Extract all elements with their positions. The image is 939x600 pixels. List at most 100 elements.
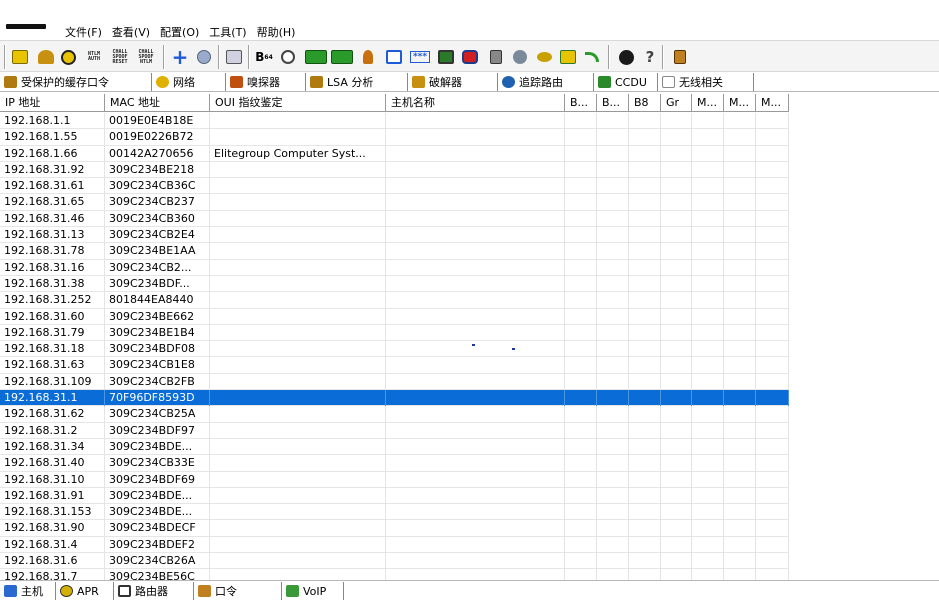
table-row[interactable]: 192.168.31.92 309C234BE218 bbox=[0, 161, 789, 179]
route-icon[interactable] bbox=[278, 47, 298, 67]
table-row[interactable]: 192.168.1.66 00142A270656 Elitegroup Compu… bbox=[0, 145, 789, 162]
tool-b-icon[interactable] bbox=[510, 47, 530, 67]
table-row[interactable]: 192.168.31.65 309C234CB237 bbox=[0, 194, 789, 211]
add-icon[interactable]: + bbox=[170, 45, 190, 69]
ip-cell: 192.168.31.79 bbox=[0, 324, 105, 341]
col-gr[interactable]: Gr bbox=[661, 94, 692, 112]
table-row[interactable]: 192.168.31.63 309C234CB1E8 bbox=[0, 357, 789, 374]
tab-lsa-analysis[interactable]: LSA 分析 bbox=[306, 73, 408, 91]
tab-network[interactable]: 网络 bbox=[152, 73, 226, 91]
apr-radiation-icon[interactable] bbox=[58, 47, 78, 67]
table-row[interactable]: 192.168.1.55 0019E0226B72 bbox=[0, 129, 789, 146]
table-row[interactable]: 192.168.31.1 70F96DF8593D bbox=[0, 390, 789, 407]
scan-icon[interactable] bbox=[224, 47, 244, 67]
chall-spoof-reset-icon[interactable]: CHALL SPOOF RESET bbox=[108, 47, 132, 67]
col-oui-fingerprint[interactable]: OUI 指纹鉴定 bbox=[210, 94, 386, 112]
table-row[interactable]: 192.168.31.60 309C234BE662 bbox=[0, 308, 789, 325]
tab-passwords[interactable]: 口令 bbox=[194, 582, 282, 600]
table-row[interactable]: 192.168.31.90 309C234BDECF bbox=[0, 520, 789, 537]
m3-cell bbox=[756, 471, 789, 488]
tool-a-icon[interactable] bbox=[486, 47, 506, 67]
b8-cell bbox=[629, 113, 661, 129]
cracker-icon[interactable] bbox=[384, 47, 404, 67]
rdp-icon[interactable] bbox=[436, 47, 456, 67]
tab-wireless[interactable]: 无线相关 bbox=[658, 73, 754, 91]
m2-cell bbox=[724, 422, 756, 439]
sniffer-icon[interactable] bbox=[358, 47, 378, 67]
table-row[interactable]: 192.168.31.10 309C234BDF69 bbox=[0, 471, 789, 488]
gr-cell bbox=[661, 390, 692, 407]
menu-configure[interactable]: 配置(O) bbox=[155, 24, 204, 40]
chall-spoof-ntlm-icon[interactable]: CHALL SPOOF NTLM bbox=[134, 47, 158, 67]
b1-cell bbox=[565, 438, 597, 455]
mac-cell: 309C234CB237 bbox=[105, 194, 210, 211]
tab-sniffer[interactable]: 嗅探器 bbox=[226, 73, 306, 91]
mac-cell: 309C234CB2... bbox=[105, 259, 210, 276]
tab-routers[interactable]: 路由器 bbox=[114, 582, 194, 600]
tab-traceroute[interactable]: 追踪路由 bbox=[498, 73, 594, 91]
base64-icon[interactable]: B 64 bbox=[254, 47, 274, 67]
col-b2[interactable]: B... bbox=[597, 94, 629, 112]
exit-icon[interactable] bbox=[670, 47, 690, 67]
table-row[interactable]: 192.168.31.16 309C234CB2... bbox=[0, 259, 789, 276]
col-b1[interactable]: B... bbox=[565, 94, 597, 112]
help-icon[interactable] bbox=[616, 47, 636, 67]
table-row[interactable]: 192.168.31.61 309C234CB36C bbox=[0, 178, 789, 195]
table-row[interactable]: 192.168.31.34 309C234BDE... bbox=[0, 438, 789, 456]
col-b8[interactable]: B8 bbox=[629, 94, 661, 112]
table-row[interactable]: 192.168.31.2 309C234BDF97 bbox=[0, 422, 789, 439]
table-row[interactable]: 192.168.31.109 309C234CB2FB bbox=[0, 373, 789, 391]
table-row[interactable]: 192.168.31.7 309C234BE56C bbox=[0, 569, 789, 580]
table-row[interactable]: 192.168.31.91 309C234BDE... bbox=[0, 487, 789, 505]
tab-ccdu[interactable]: CCDU bbox=[594, 73, 658, 91]
table-row[interactable]: 192.168.31.38 309C234BDF... bbox=[0, 275, 789, 293]
apr-icon bbox=[60, 585, 73, 597]
col-m3[interactable]: M... bbox=[756, 94, 789, 112]
tab-cracker[interactable]: 破解器 bbox=[408, 73, 498, 91]
col-hostname[interactable]: 主机名称 bbox=[386, 94, 565, 112]
table-row[interactable]: 192.168.31.40 309C234CB33E bbox=[0, 455, 789, 472]
ip-cell: 192.168.31.1 bbox=[0, 390, 105, 407]
folder-open-icon[interactable] bbox=[10, 47, 30, 67]
vnc-icon[interactable] bbox=[460, 47, 480, 67]
menu-file[interactable]: 文件(F) bbox=[60, 24, 107, 40]
tab-hosts[interactable]: 主机 bbox=[0, 582, 56, 600]
tab-apr[interactable]: APR bbox=[56, 582, 114, 600]
table-row[interactable]: 192.168.31.153 309C234BDE... bbox=[0, 504, 789, 521]
col-ip-address[interactable]: IP 地址 bbox=[0, 94, 105, 112]
mac-cell: 309C234CB36C bbox=[105, 178, 210, 195]
menu-tools[interactable]: 工具(T) bbox=[204, 24, 251, 40]
ntlm-auth-icon[interactable]: NTLM AUTH bbox=[82, 47, 106, 67]
table-row[interactable]: 192.168.31.62 309C234CB25A bbox=[0, 406, 789, 423]
lsa-icon[interactable] bbox=[304, 47, 328, 67]
table-row[interactable]: 192.168.31.13 309C234CB2E4 bbox=[0, 227, 789, 244]
table-row[interactable]: 192.168.31.252 801844EA8440 bbox=[0, 292, 789, 309]
table-row[interactable]: 192.168.31.78 309C234BE1AA bbox=[0, 243, 789, 260]
about-icon[interactable]: ? bbox=[640, 47, 660, 67]
cert-icon[interactable] bbox=[194, 47, 214, 67]
table-row[interactable]: 192.168.31.6 309C234CB26A bbox=[0, 553, 789, 570]
hash-icon[interactable] bbox=[330, 47, 354, 67]
tool-c-icon[interactable] bbox=[534, 47, 554, 67]
menu-view[interactable]: 查看(V) bbox=[107, 24, 155, 40]
tab-voip[interactable]: VoIP bbox=[282, 582, 344, 600]
table-row[interactable]: 192.168.1.1 0019E0E4B18E bbox=[0, 113, 789, 130]
wifi-icon[interactable] bbox=[582, 47, 602, 67]
password-icon[interactable]: *** bbox=[408, 47, 432, 67]
tab-cached-passwords[interactable]: 受保护的缓存口令 bbox=[0, 73, 152, 91]
ip-cell: 192.168.31.18 bbox=[0, 341, 105, 358]
tool-d-icon[interactable] bbox=[558, 47, 578, 67]
menu-help[interactable]: 帮助(H) bbox=[252, 24, 301, 40]
col-m2[interactable]: M... bbox=[724, 94, 756, 112]
col-mac-address[interactable]: MAC 地址 bbox=[105, 94, 210, 112]
table-row[interactable]: 192.168.31.46 309C234CB360 bbox=[0, 210, 789, 228]
oui-cell bbox=[210, 194, 386, 211]
table-row[interactable]: 192.168.31.18 309C234BDF08 bbox=[0, 341, 789, 358]
mac-cell: 309C234BDEF2 bbox=[105, 536, 210, 553]
m3-cell bbox=[756, 259, 789, 276]
gr-cell bbox=[661, 178, 692, 195]
table-row[interactable]: 192.168.31.4 309C234BDEF2 bbox=[0, 536, 789, 554]
network-scan-icon[interactable] bbox=[36, 47, 56, 67]
table-row[interactable]: 192.168.31.79 309C234BE1B4 bbox=[0, 324, 789, 342]
col-m1[interactable]: M... bbox=[692, 94, 724, 112]
